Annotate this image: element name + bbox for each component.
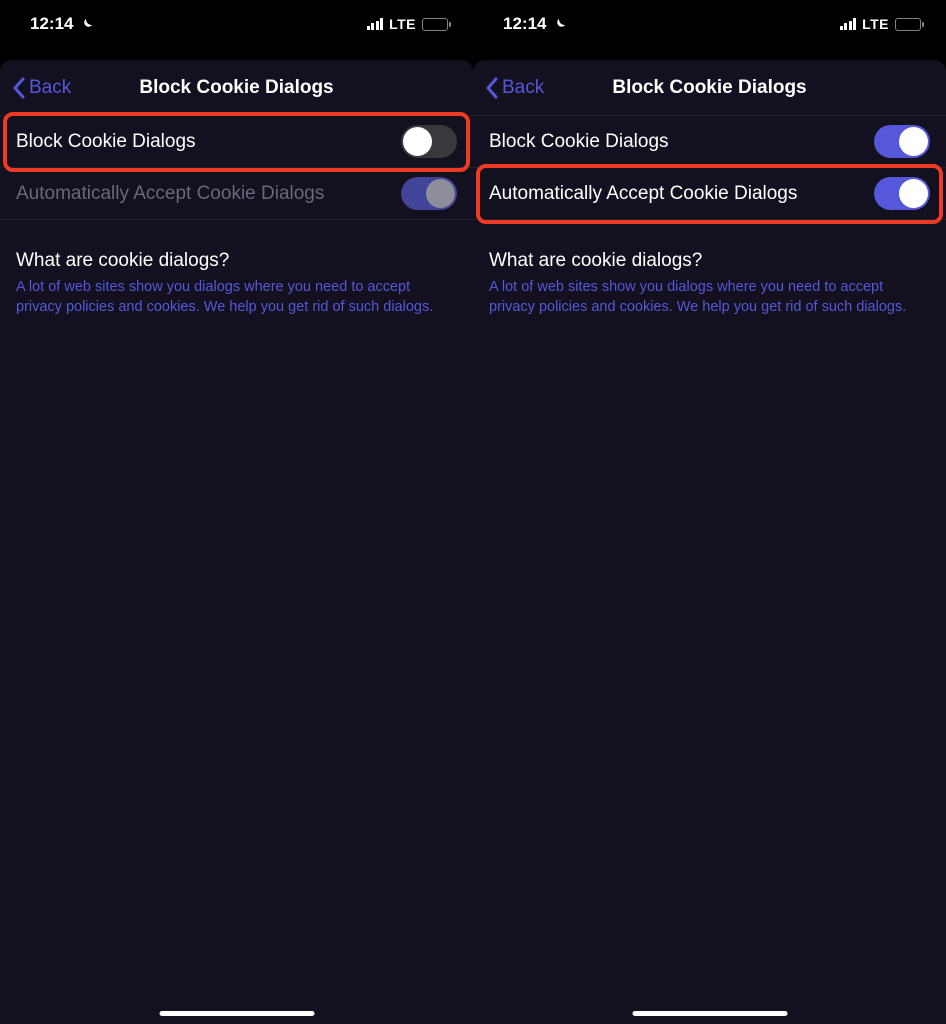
toggle-auto-accept-cookie-dialogs[interactable] bbox=[874, 177, 930, 210]
toggle-block-cookie-dialogs[interactable] bbox=[874, 125, 930, 158]
row-label: Automatically Accept Cookie Dialogs bbox=[16, 183, 324, 205]
help-section: What are cookie dialogs? A lot of web si… bbox=[473, 220, 946, 317]
status-time: 12:14 bbox=[30, 14, 73, 34]
network-type: LTE bbox=[389, 16, 416, 32]
status-bar: 12:14 LTE bbox=[0, 0, 473, 48]
settings-sheet: Back Block Cookie Dialogs Block Cookie D… bbox=[0, 60, 473, 1024]
toggle-block-cookie-dialogs[interactable] bbox=[401, 125, 457, 158]
settings-sheet: Back Block Cookie Dialogs Block Cookie D… bbox=[473, 60, 946, 1024]
cellular-signal-icon bbox=[840, 18, 857, 30]
help-body: A lot of web sites show you dialogs wher… bbox=[489, 278, 930, 317]
row-block-cookie-dialogs[interactable]: Block Cookie Dialogs bbox=[473, 116, 946, 168]
back-label: Back bbox=[29, 77, 71, 99]
row-label: Block Cookie Dialogs bbox=[16, 131, 196, 153]
row-label: Block Cookie Dialogs bbox=[489, 131, 669, 153]
row-auto-accept-cookie-dialogs: Automatically Accept Cookie Dialogs bbox=[0, 168, 473, 220]
help-title: What are cookie dialogs? bbox=[489, 250, 930, 272]
status-time: 12:14 bbox=[503, 14, 546, 34]
status-bar: 12:14 LTE bbox=[473, 0, 946, 48]
help-title: What are cookie dialogs? bbox=[16, 250, 457, 272]
nav-bar: Back Block Cookie Dialogs bbox=[473, 60, 946, 116]
do-not-disturb-icon bbox=[552, 17, 567, 32]
phone-screen-left: 12:14 LTE Back Block Cookie Dial bbox=[0, 0, 473, 1024]
back-button[interactable]: Back bbox=[473, 77, 544, 99]
chevron-left-icon bbox=[485, 77, 498, 99]
home-indicator[interactable] bbox=[632, 1011, 787, 1016]
back-button[interactable]: Back bbox=[0, 77, 71, 99]
phone-screen-right: 12:14 LTE Back Block Cookie Dial bbox=[473, 0, 946, 1024]
cellular-signal-icon bbox=[367, 18, 384, 30]
chevron-left-icon bbox=[12, 77, 25, 99]
home-indicator[interactable] bbox=[159, 1011, 314, 1016]
help-body: A lot of web sites show you dialogs wher… bbox=[16, 278, 457, 317]
nav-bar: Back Block Cookie Dialogs bbox=[0, 60, 473, 116]
back-label: Back bbox=[502, 77, 544, 99]
row-auto-accept-cookie-dialogs[interactable]: Automatically Accept Cookie Dialogs bbox=[473, 168, 946, 220]
toggle-auto-accept-cookie-dialogs bbox=[401, 177, 457, 210]
battery-icon bbox=[895, 18, 924, 31]
battery-icon bbox=[422, 18, 451, 31]
row-label: Automatically Accept Cookie Dialogs bbox=[489, 183, 797, 205]
do-not-disturb-icon bbox=[79, 17, 94, 32]
row-block-cookie-dialogs[interactable]: Block Cookie Dialogs bbox=[0, 116, 473, 168]
help-section: What are cookie dialogs? A lot of web si… bbox=[0, 220, 473, 317]
network-type: LTE bbox=[862, 16, 889, 32]
